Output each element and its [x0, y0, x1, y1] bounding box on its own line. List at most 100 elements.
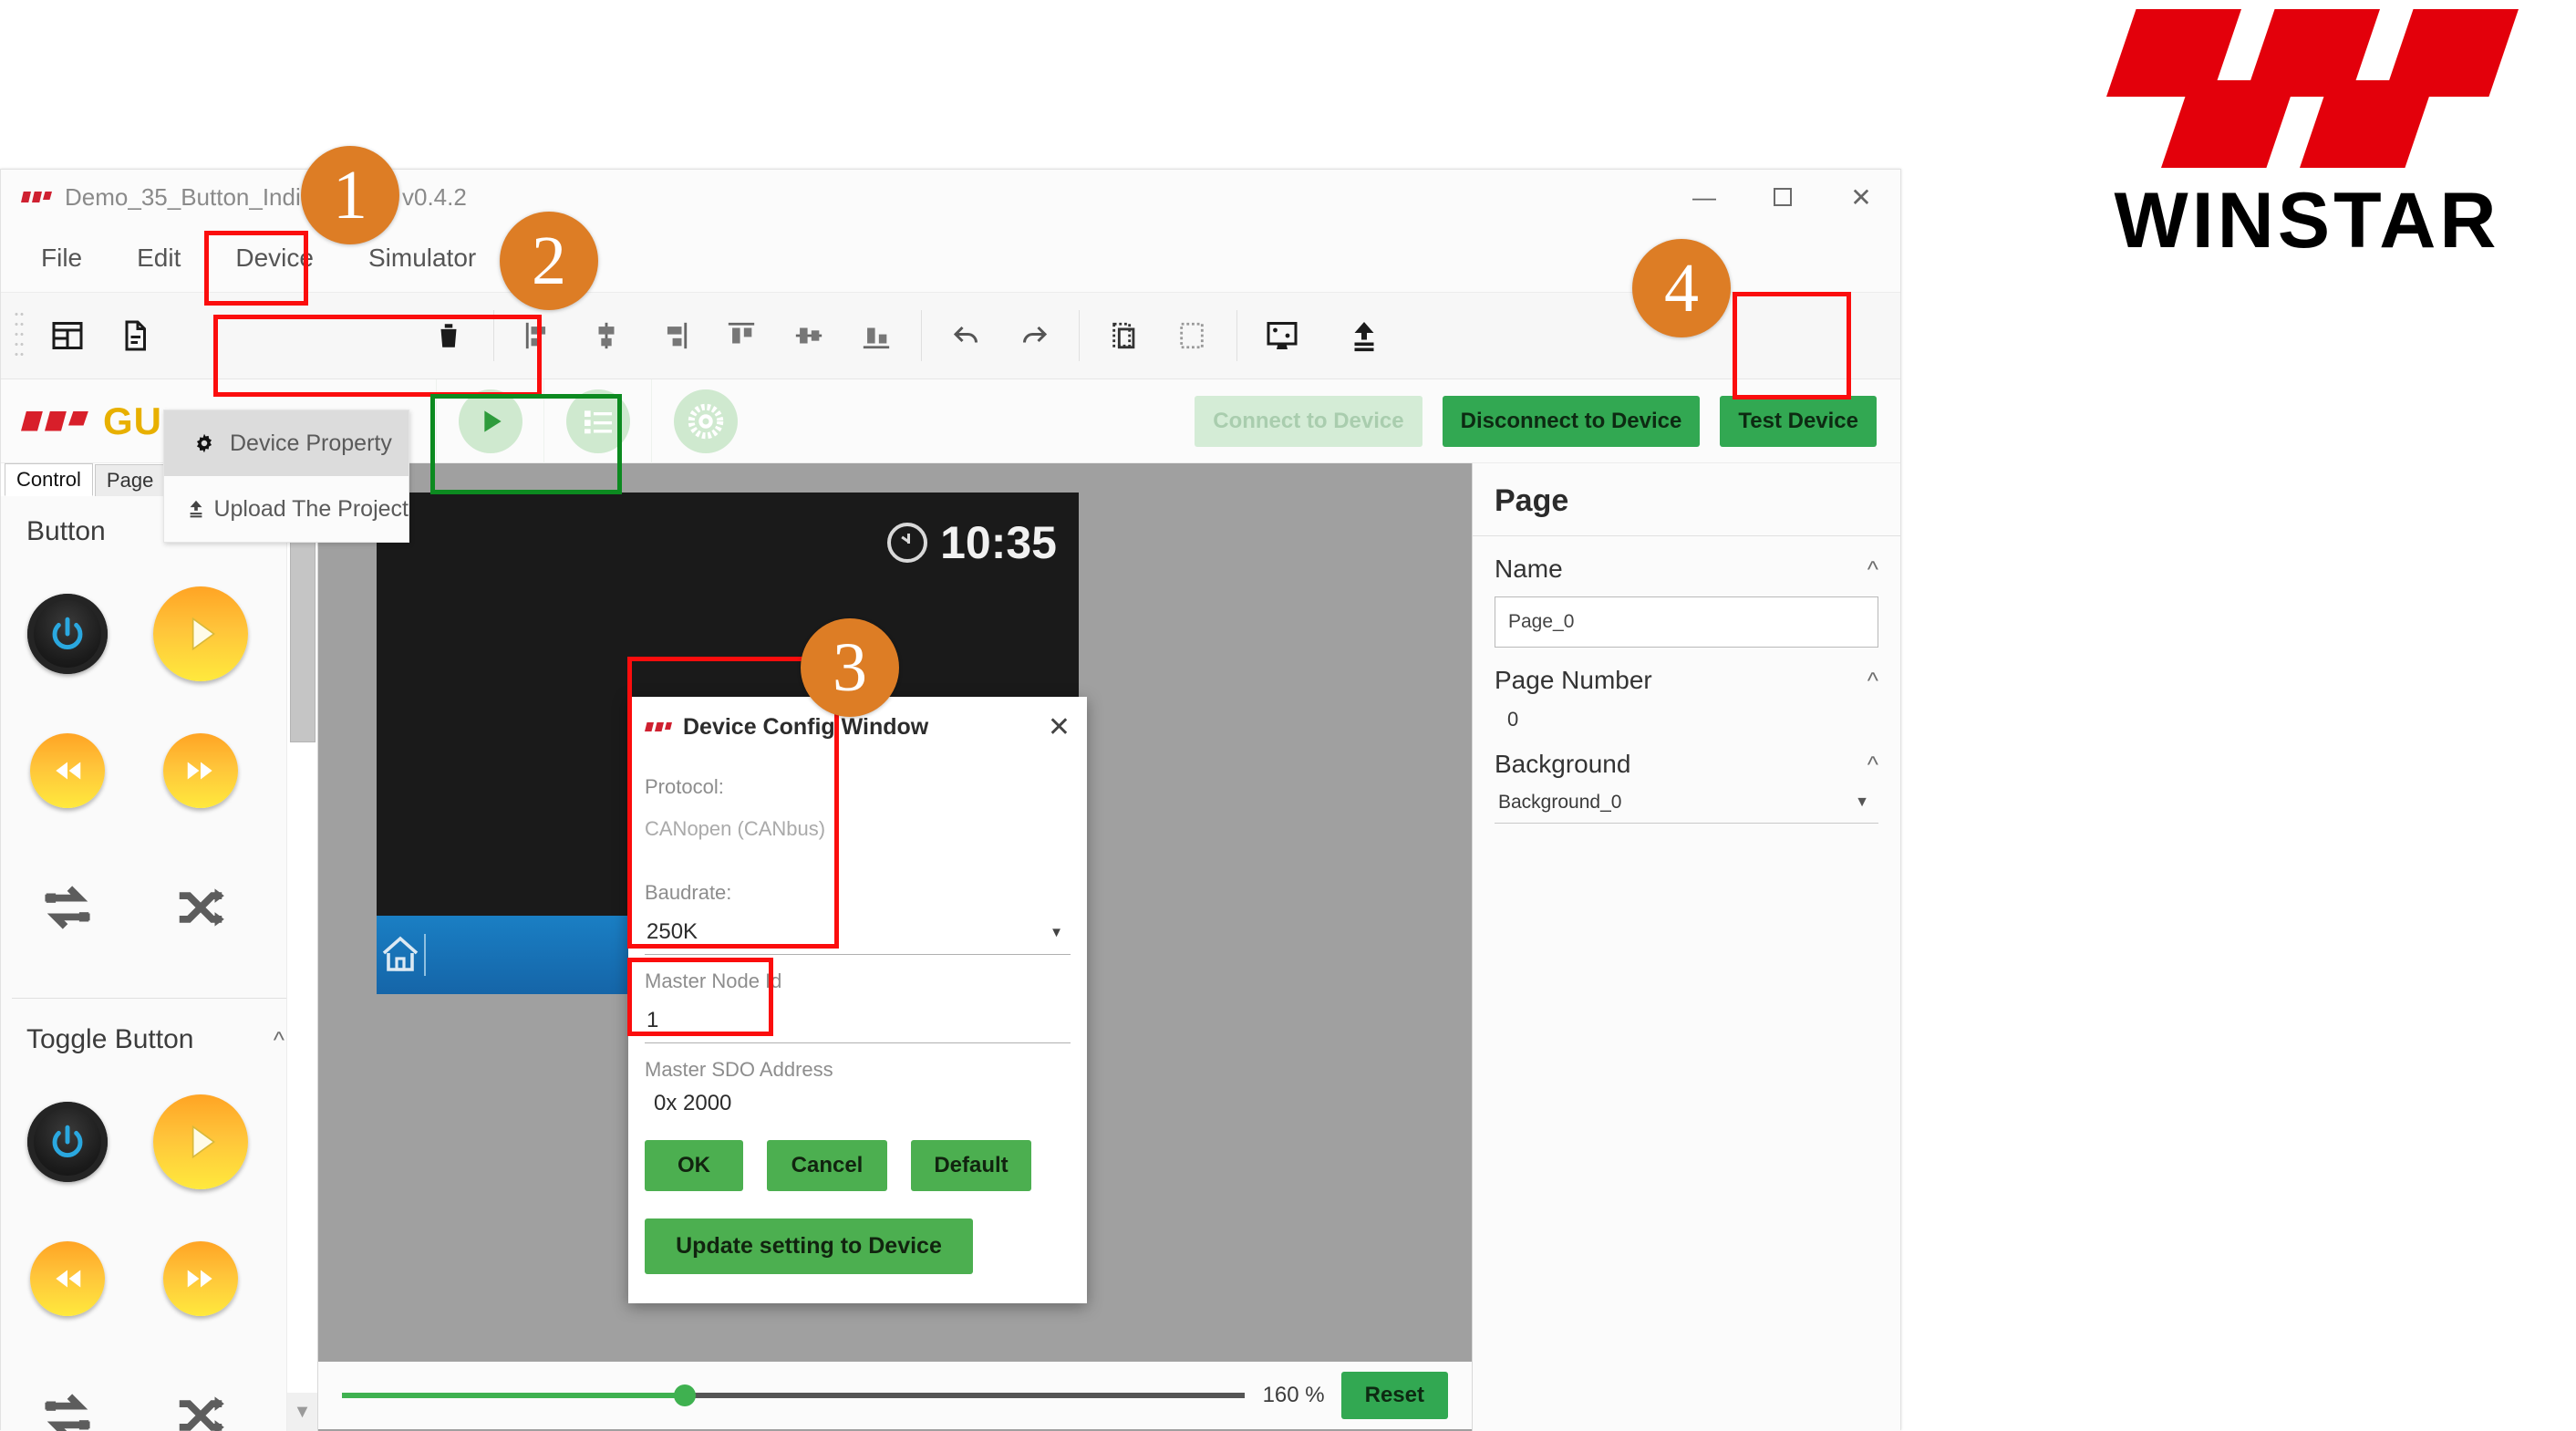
align-right-icon[interactable] — [640, 302, 708, 369]
menu-item-label: Upload The Project — [213, 495, 409, 522]
align-center-horizontal-icon[interactable] — [573, 302, 640, 369]
tab-page[interactable]: Page — [94, 464, 166, 496]
menu-item-edit[interactable]: Edit — [109, 234, 208, 282]
dialog-button-row: OK Cancel Default — [628, 1120, 1087, 1191]
property-name: Name ^ — [1473, 536, 1900, 648]
ok-button[interactable]: OK — [645, 1140, 743, 1191]
align-top-icon[interactable] — [708, 302, 775, 369]
main-toolbar — [1, 292, 1900, 379]
baudrate-select[interactable]: 250K ▼ — [645, 912, 1071, 955]
section-header-toggle-button[interactable]: Toggle Button ^ — [1, 1004, 317, 1064]
repeat-icon[interactable] — [1, 839, 134, 976]
page-name-input[interactable] — [1495, 596, 1878, 648]
repeat-icon[interactable] — [1, 1347, 134, 1431]
shuffle-icon[interactable] — [134, 1347, 267, 1431]
winstar-logo: WINSTAR — [2088, 9, 2526, 264]
shuffle-icon[interactable] — [134, 839, 267, 976]
zoom-slider[interactable] — [342, 1384, 1245, 1406]
toolbar-separator — [921, 310, 922, 361]
align-bottom-icon[interactable] — [843, 302, 910, 369]
master-sdo-address-label: Master SDO Address — [645, 1058, 833, 1081]
section-title: Button — [26, 516, 106, 546]
fast-forward-button-yellow-icon[interactable] — [134, 702, 267, 839]
zoom-percent-label: 160 % — [1262, 1383, 1325, 1407]
undo-icon[interactable] — [933, 302, 1000, 369]
fast-forward-button-yellow-icon[interactable] — [134, 1210, 267, 1347]
annotation-badge-1: 1 — [301, 146, 399, 244]
maximize-button[interactable] — [1743, 170, 1822, 224]
zoom-slider-fill — [342, 1393, 686, 1398]
align-left-icon[interactable] — [505, 302, 573, 369]
zoom-bar: 160 % Reset — [318, 1362, 1472, 1429]
app-logo-icon — [21, 190, 52, 204]
new-page-icon[interactable] — [101, 302, 169, 369]
rewind-button-yellow-icon[interactable] — [1, 1210, 134, 1347]
play-circle-icon — [458, 389, 522, 453]
upload-to-device-icon[interactable] — [1330, 302, 1398, 369]
menu-item-upload-the-project[interactable]: Upload The Project — [164, 476, 409, 542]
scroll-down-icon[interactable]: ▼ — [287, 1393, 317, 1431]
dialog-title: Device Config Window — [683, 713, 929, 740]
minimize-button[interactable]: — — [1665, 170, 1743, 224]
toolbar-separator — [493, 310, 494, 361]
cancel-button[interactable]: Cancel — [767, 1140, 887, 1191]
left-panel-scrollbar[interactable]: ▲ ▼ — [286, 463, 317, 1431]
annotation-badge-2: 2 — [500, 212, 598, 310]
tab-control[interactable]: Control — [5, 463, 93, 496]
property-label: Page Number — [1495, 666, 1652, 694]
left-panel: Control Page Device Button ^ — [1, 463, 318, 1431]
widget-palette: Button ^ — [1, 496, 317, 1431]
play-button-yellow-icon[interactable] — [134, 1073, 267, 1210]
preview-icon[interactable] — [1248, 302, 1316, 369]
default-button[interactable]: Default — [911, 1140, 1031, 1191]
test-device-button[interactable]: Test Device — [1720, 395, 1877, 447]
gui-brand-text: GU — [103, 399, 162, 442]
play-button-yellow-icon[interactable] — [134, 565, 267, 702]
power-button-black-icon[interactable] — [1, 1073, 134, 1210]
update-setting-to-device-button[interactable]: Update setting to Device — [645, 1218, 973, 1274]
play-circle-button[interactable] — [436, 378, 543, 463]
gui-logo-icon — [21, 408, 96, 435]
baudrate-value: 250K — [647, 919, 698, 944]
zoom-reset-button[interactable]: Reset — [1340, 1372, 1448, 1419]
master-sdo-address-value[interactable]: 0x 2000 — [645, 1082, 1071, 1120]
gear-icon — [179, 431, 230, 455]
close-icon[interactable]: ✕ — [1048, 711, 1071, 743]
connect-to-device-button[interactable]: Connect to Device — [1195, 395, 1422, 447]
chevron-up-icon[interactable]: ^ — [1867, 555, 1878, 584]
delete-icon[interactable] — [415, 302, 482, 369]
paste-icon[interactable] — [1158, 302, 1226, 369]
chevron-up-icon[interactable]: ^ — [1867, 667, 1878, 695]
property-background: Background ^ Background_0 ▼ — [1473, 731, 1900, 824]
badge-number: 1 — [333, 156, 367, 233]
dialog-body: Protocol: CANopen (CANbus) Baudrate: 250… — [628, 757, 1087, 1120]
power-button-black-icon[interactable] — [1, 565, 134, 702]
badge-number: 2 — [532, 222, 566, 299]
copy-icon[interactable] — [1091, 302, 1158, 369]
master-node-id-input[interactable]: 1 — [645, 1001, 1071, 1043]
settings-circle-button[interactable] — [651, 378, 759, 463]
toolbar-grip[interactable] — [14, 309, 25, 362]
home-icon[interactable] — [377, 933, 424, 977]
app-logo-icon — [645, 721, 672, 733]
property-label: Name — [1495, 555, 1563, 583]
clock-time: 10:35 — [940, 517, 1057, 568]
minimize-icon: — — [1692, 182, 1716, 211]
align-center-vertical-icon[interactable] — [775, 302, 843, 369]
master-node-id-label: Master Node Id — [645, 970, 782, 992]
background-select[interactable]: Background_0 ▼ — [1495, 792, 1878, 824]
close-button[interactable]: ✕ — [1822, 170, 1900, 224]
zoom-slider-thumb[interactable] — [674, 1384, 697, 1406]
clock-icon — [887, 523, 928, 563]
chevron-up-icon[interactable]: ^ — [274, 1026, 284, 1054]
menu-item-device-property[interactable]: Device Property — [164, 410, 409, 476]
disconnect-to-device-button[interactable]: Disconnect to Device — [1442, 395, 1701, 447]
redo-icon[interactable] — [1000, 302, 1068, 369]
rewind-button-yellow-icon[interactable] — [1, 702, 134, 839]
menu-item-device[interactable]: Device — [208, 234, 341, 282]
new-layout-icon[interactable] — [34, 302, 101, 369]
chevron-up-icon[interactable]: ^ — [1867, 751, 1878, 779]
menu-item-file[interactable]: File — [14, 234, 109, 282]
section-widgets-button — [1, 556, 317, 992]
list-circle-button[interactable] — [543, 378, 651, 463]
